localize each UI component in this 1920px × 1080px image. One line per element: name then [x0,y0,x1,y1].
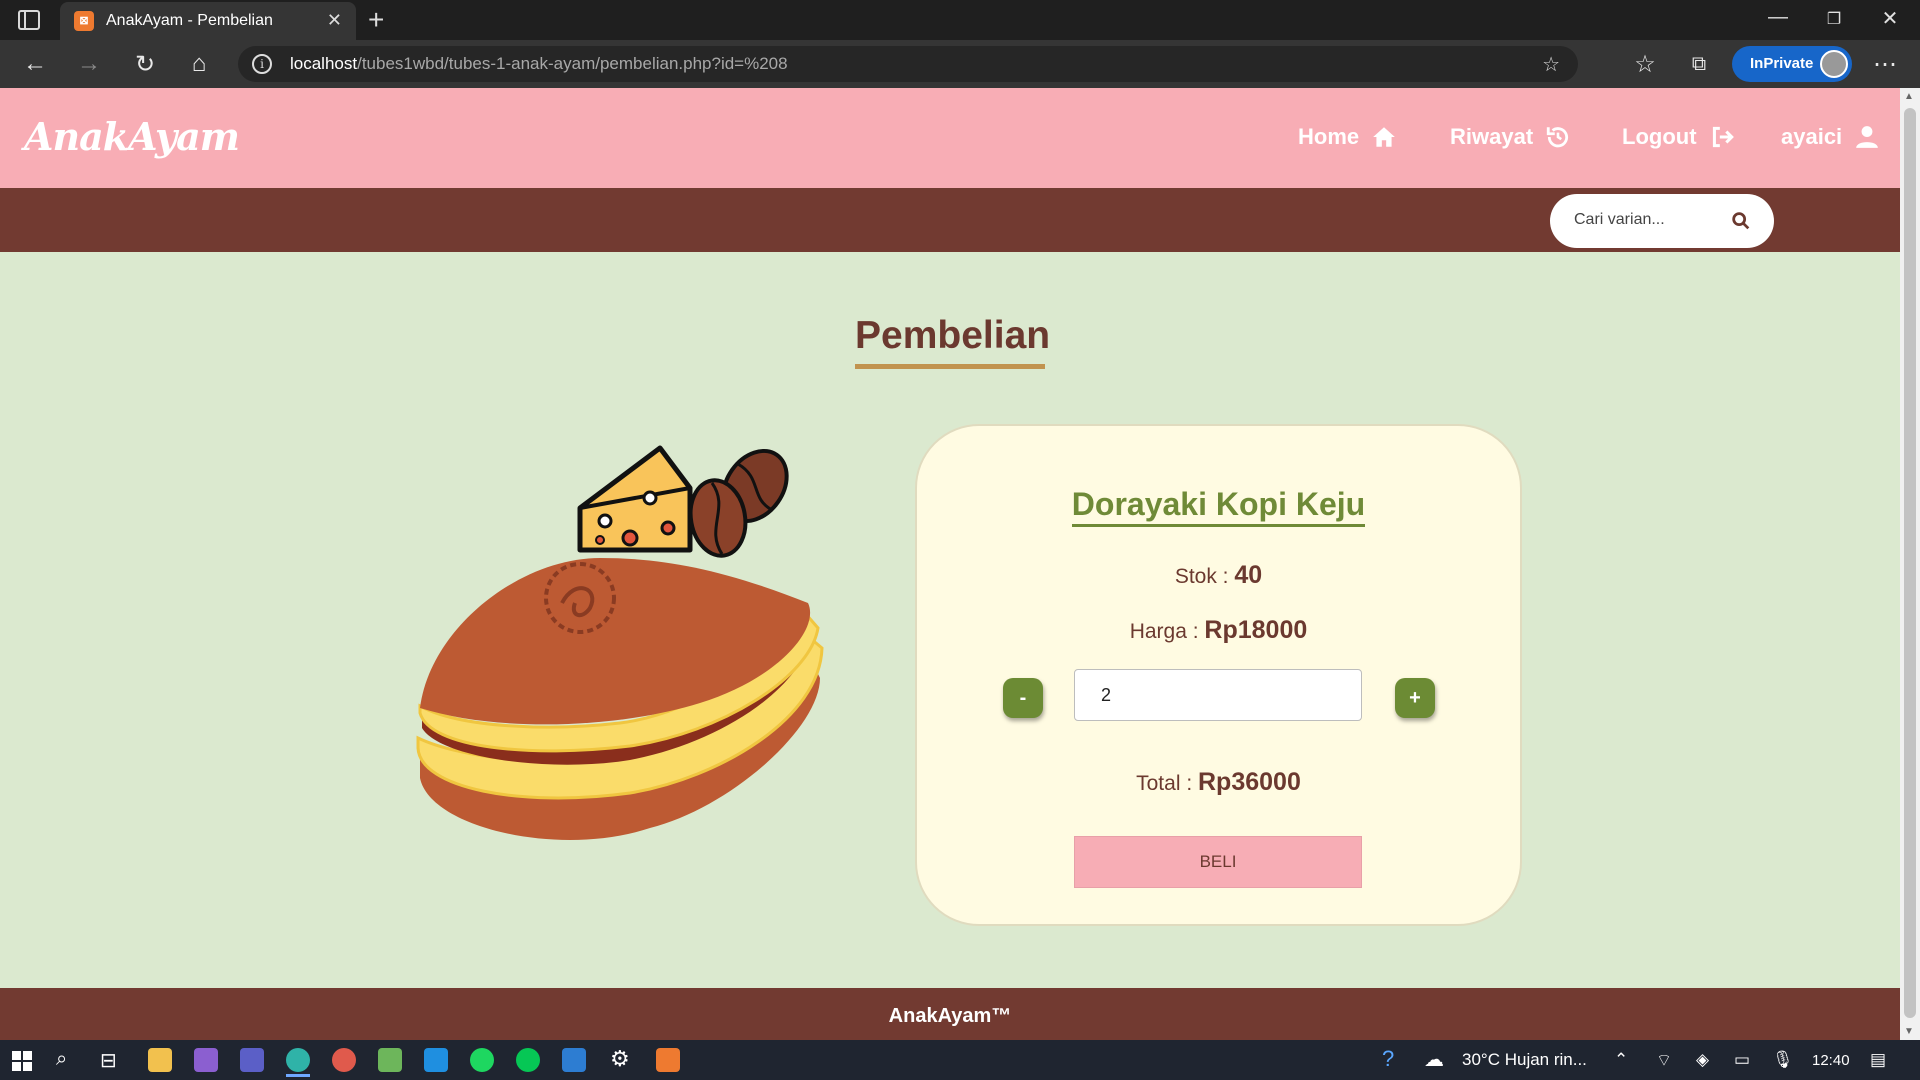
xampp-favicon-icon: ⊠ [74,11,94,31]
site-info-icon[interactable]: i [252,54,272,74]
nav-home[interactable]: Home [1298,124,1397,150]
tray-chevron-icon[interactable]: ⌃ [1614,1050,1628,1070]
price-value: Rp18000 [1204,616,1308,644]
home-browser-icon[interactable]: ⌂ [184,50,214,78]
tab-actions-icon[interactable] [18,10,40,30]
photos-icon[interactable] [562,1048,586,1072]
buy-button[interactable]: BELI [1074,836,1362,888]
weather-text[interactable]: 30°C Hujan rin... [1462,1050,1587,1070]
antivirus-icon[interactable]: ◈ [1696,1050,1709,1070]
line-icon[interactable] [516,1048,540,1072]
weather-icon[interactable]: ☁ [1424,1047,1444,1072]
history-icon [1546,127,1569,148]
clock-time[interactable]: 12:40 [1812,1052,1850,1069]
product-name: Dorayaki Kopi Keju [1071,486,1366,527]
microphone-icon[interactable]: 🎙 [1772,1050,1794,1070]
search-bar-strip [0,188,1900,252]
logout-icon [1712,126,1734,148]
nav-riwayat-label: Riwayat [1450,124,1534,149]
minimize-icon[interactable]: — [1758,6,1798,29]
new-tab-icon[interactable]: + [368,4,384,36]
nav-user[interactable]: ayaici [1781,124,1880,150]
price-label: Harga : [1129,620,1199,643]
tab-title: AnakAyam - Pembelian [106,12,273,29]
coffee-beans-icon [688,448,789,558]
site-footer: AnakAyam™ [0,988,1900,1040]
settings-icon[interactable]: ⚙ [610,1046,630,1072]
window-close-icon[interactable]: ✕ [1870,6,1910,31]
nav-home-label: Home [1298,124,1360,149]
windows-start-icon[interactable] [12,1051,32,1071]
search-box [1550,194,1774,248]
edge-icon[interactable] [286,1048,310,1072]
quantity-input[interactable] [1074,669,1362,721]
refresh-icon[interactable]: ↻ [130,50,160,79]
increase-quantity-button[interactable]: + [1395,678,1435,718]
restore-icon[interactable]: ❐ [1814,9,1854,29]
task-view-icon[interactable]: ⊟ [100,1048,117,1073]
teams-icon[interactable] [240,1048,264,1072]
file-explorer-icon[interactable] [148,1048,172,1072]
total-label: Total : [1136,772,1193,795]
page-scrollbar[interactable]: ▲ ▼ [1900,88,1920,1040]
collections-icon[interactable]: ⧉ [1684,53,1714,76]
browser-tab[interactable]: ⊠ AnakAyam - Pembelian ✕ [60,2,356,40]
spotify-icon[interactable] [470,1048,494,1072]
page-title: Pembelian [855,314,1051,357]
forward-icon[interactable]: → [74,50,104,78]
title-underline [855,364,1045,369]
price-row: Harga : Rp18000 [917,616,1520,645]
purchase-card: Dorayaki Kopi Keju Stok : 40 Harga : Rp1… [915,424,1522,926]
scroll-up-icon[interactable]: ▲ [1904,91,1914,102]
tab-close-icon[interactable]: ✕ [327,10,342,31]
favorites-icon[interactable]: ☆ [1630,50,1660,79]
vscode-icon[interactable] [424,1048,448,1072]
stock-label: Stok : [1174,565,1229,588]
search-icon[interactable] [1730,210,1752,232]
site-logo[interactable]: AnakAyam [24,114,240,159]
nav-riwayat[interactable]: Riwayat [1450,124,1571,150]
notifications-icon[interactable]: ▤ [1870,1050,1886,1070]
user-icon [1856,126,1879,148]
inprivate-label: InPrivate [1750,55,1814,72]
profile-avatar [1820,50,1848,78]
notepad-icon[interactable] [378,1048,402,1072]
nav-logout-label: Logout [1622,124,1697,149]
dorayaki-illustration [416,445,824,840]
battery-icon[interactable]: ▭ [1734,1050,1750,1070]
more-menu-icon[interactable]: ⋯ [1870,50,1900,79]
search-input[interactable] [1574,211,1724,229]
site-header: AnakAyam Home Riwayat Logout ayaici [0,88,1900,188]
browser-toolbar: ← → ↻ ⌂ i localhost/tubes1wbd/tubes-1-an… [0,40,1920,88]
address-url: localhost/tubes1wbd/tubes-1-anak-ayam/pe… [290,54,788,73]
nav-user-label: ayaici [1781,124,1843,149]
inprivate-badge[interactable]: InPrivate [1732,46,1852,82]
scrollbar-thumb[interactable] [1904,108,1916,1018]
stock-row: Stok : 40 [917,561,1520,590]
taskbar-search-icon[interactable]: ⌕ [56,1048,67,1071]
back-icon[interactable]: ← [20,50,50,78]
home-icon [1373,127,1395,147]
total-row: Total : Rp36000 [917,768,1520,797]
taskbar-active-indicator [286,1074,310,1077]
xampp-icon[interactable] [656,1048,680,1072]
visual-studio-icon[interactable] [194,1048,218,1072]
scroll-down-icon[interactable]: ▼ [1904,1026,1914,1037]
web-page: AnakAyam Home Riwayat Logout ayaici Pemb… [0,88,1900,1040]
decrease-quantity-button[interactable]: - [1003,678,1043,718]
add-favorite-icon[interactable]: ☆ [1542,52,1560,77]
cheese-icon [577,445,693,553]
help-icon[interactable]: ? [1382,1046,1394,1072]
snipping-icon[interactable] [332,1048,356,1072]
product-name-wrap: Dorayaki Kopi Keju [917,486,1520,527]
address-bar[interactable]: i localhost/tubes1wbd/tubes-1-anak-ayam/… [238,46,1578,82]
total-value: Rp36000 [1198,768,1301,796]
wifi-icon[interactable]: ⌔ [1656,1050,1672,1071]
browser-tab-bar: ⊠ AnakAyam - Pembelian ✕ + — ❐ ✕ [0,0,1920,40]
dorayaki-pancake [416,558,824,840]
nav-logout[interactable]: Logout [1622,124,1735,150]
stock-value: 40 [1234,561,1263,589]
